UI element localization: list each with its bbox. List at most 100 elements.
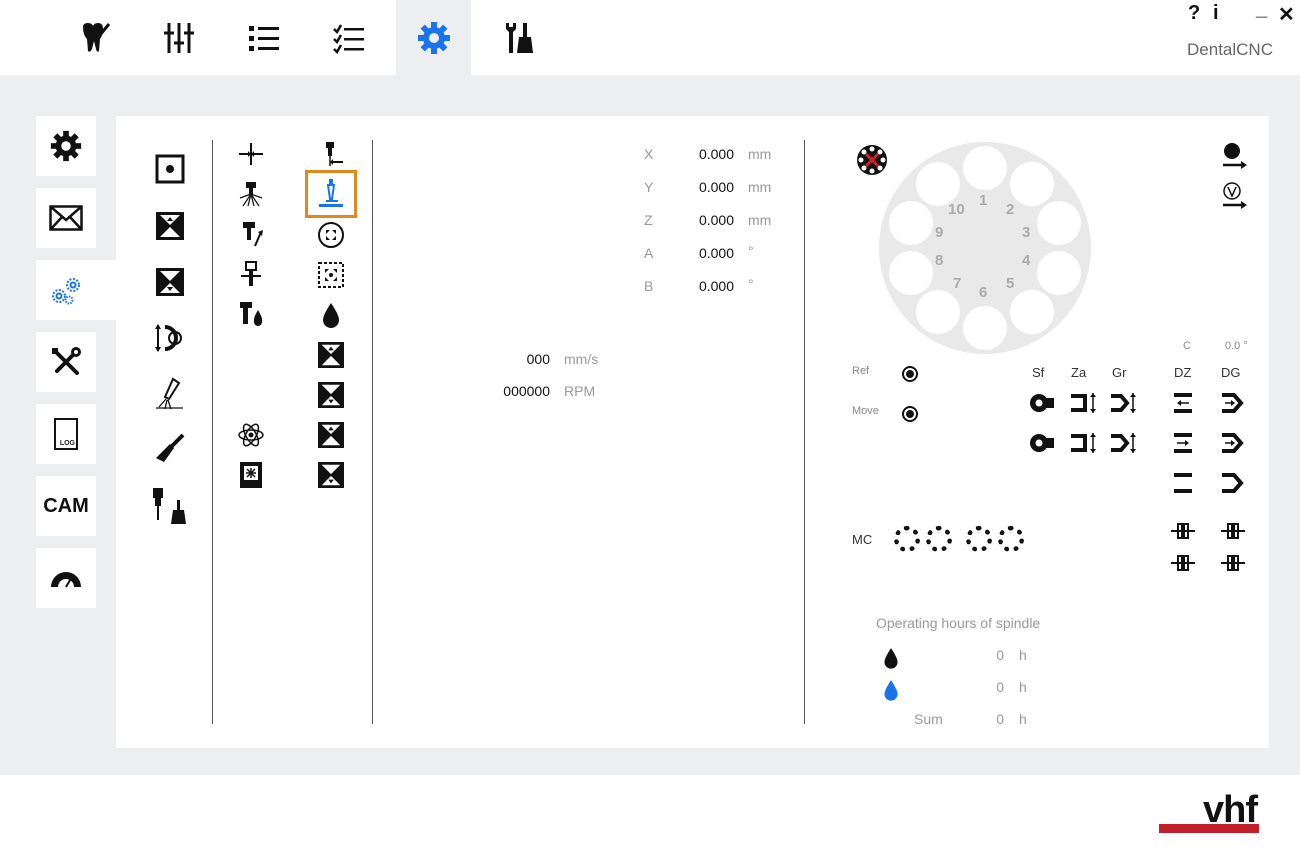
- clamp-button-3[interactable]: [316, 420, 346, 450]
- spindle-sensor-button[interactable]: [236, 260, 266, 288]
- za-button-1[interactable]: [1068, 390, 1098, 416]
- tab-sliders[interactable]: [141, 0, 216, 75]
- coolant-button[interactable]: [316, 300, 346, 330]
- tool-slot[interactable]: [1010, 290, 1054, 334]
- dg-icon: [1222, 433, 1244, 453]
- axis-a-unit: °: [748, 243, 754, 259]
- axis-y-unit: mm: [748, 179, 772, 195]
- help-button[interactable]: ?: [1188, 2, 1200, 25]
- mc-wheel-4[interactable]: [998, 526, 1024, 552]
- reference-point-button[interactable]: [154, 153, 186, 185]
- sidebar-item-service[interactable]: [36, 332, 96, 392]
- cleaning-button[interactable]: [152, 430, 188, 466]
- v-arrow-icon: [1223, 182, 1247, 209]
- axis-a-label: A: [644, 245, 654, 261]
- sidebar-item-log[interactable]: LOG: [36, 404, 96, 464]
- spindle-air-direction-button[interactable]: [236, 220, 266, 248]
- sf-button-2[interactable]: [1028, 430, 1056, 456]
- dz-button-3[interactable]: [1170, 470, 1196, 496]
- tab-settings[interactable]: [396, 0, 471, 75]
- tool-slot[interactable]: [1037, 201, 1081, 245]
- clamp-button-4[interactable]: [316, 460, 346, 490]
- tool-slot[interactable]: [916, 162, 960, 206]
- tool-break-check-button[interactable]: [305, 170, 357, 218]
- tool-length-icon: [239, 143, 263, 165]
- tool-slot[interactable]: [1010, 162, 1054, 206]
- sidebar-item-machine-settings[interactable]: [36, 260, 116, 320]
- changer-center-button[interactable]: [316, 220, 346, 250]
- top-toolbar: ? i _ ✕ DentalCNC: [0, 0, 1300, 75]
- close-button[interactable]: ✕: [1278, 2, 1295, 27]
- atom-button[interactable]: [236, 420, 266, 450]
- ionizer-button[interactable]: [236, 460, 266, 490]
- coupling-button-4[interactable]: [1218, 552, 1248, 574]
- move-label: Move: [852, 405, 879, 417]
- tool-slot[interactable]: [916, 290, 960, 334]
- dz-header: DZ: [1174, 365, 1192, 380]
- tool-slot[interactable]: [889, 201, 933, 245]
- dg-button-1[interactable]: [1218, 390, 1246, 416]
- tab-service[interactable]: [481, 0, 556, 75]
- mc-wheel-2[interactable]: [926, 526, 952, 552]
- gr-button-1[interactable]: [1108, 390, 1138, 416]
- tool-slot[interactable]: [963, 146, 1007, 190]
- c-axis-value: 0.0 °: [1225, 340, 1248, 352]
- sidebar-item-calibration[interactable]: [36, 548, 96, 608]
- za-button-2[interactable]: [1068, 430, 1098, 456]
- move-radio[interactable]: [902, 406, 918, 422]
- gr-button-2[interactable]: [1108, 430, 1138, 456]
- clamp-button-1[interactable]: [316, 340, 346, 370]
- coupling-icon: [1171, 523, 1195, 539]
- coupling-button-3[interactable]: [1168, 552, 1198, 574]
- sidebar-item-messages[interactable]: [36, 188, 96, 248]
- person-arrow-icon: [1223, 143, 1247, 169]
- coupling-button-2[interactable]: [1218, 520, 1248, 542]
- drop-black-icon: [884, 648, 898, 669]
- tool-probe-button[interactable]: [316, 140, 346, 168]
- door-button[interactable]: [152, 320, 188, 356]
- envelope-icon: [49, 205, 83, 231]
- coupling-button-1[interactable]: [1168, 520, 1198, 542]
- tool-slot[interactable]: [963, 306, 1007, 350]
- operating-hours-title: Operating hours of spindle: [876, 615, 1041, 631]
- sf-button-1[interactable]: [1028, 390, 1056, 416]
- app-title: DentalCNC: [1187, 40, 1273, 59]
- clamp-open-button[interactable]: [154, 210, 186, 242]
- dz-button-2[interactable]: [1170, 430, 1196, 456]
- info-button[interactable]: i: [1213, 2, 1219, 25]
- tool-slot[interactable]: [1037, 251, 1081, 295]
- ref-radio[interactable]: [902, 366, 918, 382]
- axis-y-value: 0.000: [698, 179, 734, 195]
- air-blow-button[interactable]: [152, 376, 188, 412]
- clamp-close-button[interactable]: [154, 266, 186, 298]
- spindle-air-button[interactable]: [236, 180, 266, 208]
- gr-icon: [1111, 393, 1136, 413]
- hours-unit: h: [1019, 711, 1027, 727]
- dg-button-2[interactable]: [1218, 430, 1246, 456]
- slot-number: 6: [979, 284, 988, 301]
- sidebar-item-settings[interactable]: [36, 116, 96, 176]
- coupling-icon: [1221, 523, 1245, 539]
- spindle-coolant-button[interactable]: [236, 300, 266, 328]
- minimize-button[interactable]: _: [1256, 0, 1267, 21]
- dg-button-3[interactable]: [1218, 470, 1246, 496]
- changer-error-button[interactable]: [855, 143, 889, 177]
- hours-value: 0: [996, 679, 1004, 695]
- axis-z-unit: mm: [748, 212, 772, 228]
- slot-number: 9: [935, 224, 944, 241]
- tab-checklist[interactable]: [311, 0, 386, 75]
- clamp-icon: [318, 342, 344, 368]
- mc-wheel-3[interactable]: [966, 526, 992, 552]
- tool-measure-button[interactable]: [236, 140, 266, 168]
- tab-list[interactable]: [226, 0, 301, 75]
- area-center-button[interactable]: [316, 260, 346, 290]
- move-v-button[interactable]: [1218, 180, 1250, 212]
- dz-button-1[interactable]: [1170, 390, 1196, 416]
- move-person-button[interactable]: [1218, 140, 1250, 172]
- tab-tooth[interactable]: [57, 0, 132, 75]
- spindle-clean-button[interactable]: [150, 486, 190, 526]
- mc-wheel-1[interactable]: [894, 526, 920, 552]
- clamp-button-2[interactable]: [316, 380, 346, 410]
- tool-slot[interactable]: [889, 251, 933, 295]
- sidebar-item-cam[interactable]: CAM: [36, 476, 96, 536]
